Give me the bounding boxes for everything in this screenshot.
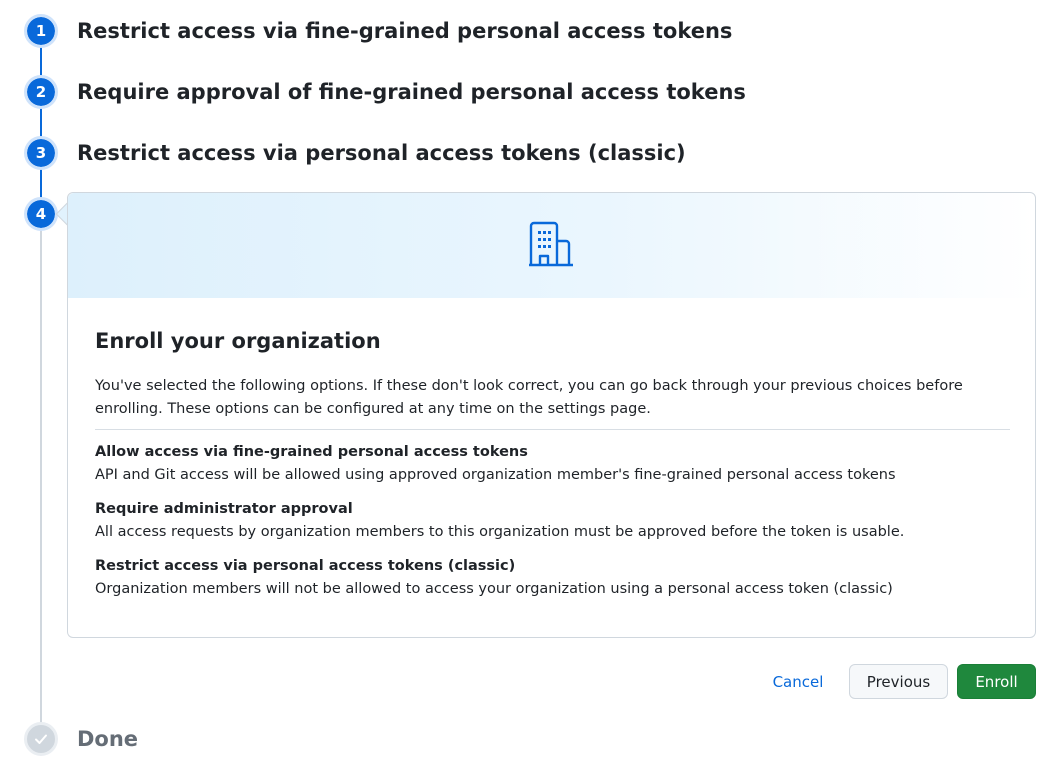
option-description: Organization members will not be allowed…	[95, 581, 893, 597]
check-icon	[35, 734, 47, 744]
step-connector	[40, 168, 42, 198]
step-3-title: Restrict access via personal access toke…	[77, 141, 686, 165]
step-3-indicator: 3	[24, 136, 58, 170]
cancel-button[interactable]: Cancel	[762, 664, 834, 699]
previous-button[interactable]: Previous	[849, 664, 948, 699]
enrollment-wizard: 1 Restrict access via fine-grained perso…	[0, 0, 1058, 777]
option-title: Restrict access via personal access toke…	[95, 558, 516, 574]
option-description: All access requests by organization memb…	[95, 524, 905, 540]
step-connector	[40, 107, 42, 137]
step-2-indicator: 2	[24, 75, 58, 109]
step-connector	[40, 46, 42, 76]
enroll-card: Enroll your organization You've selected…	[67, 192, 1036, 638]
step-number: 1	[35, 22, 47, 40]
option-item: Require administrator approval All acces…	[95, 498, 1005, 544]
organization-icon	[529, 221, 573, 267]
step-1-indicator: 1	[24, 14, 58, 48]
step-number: 3	[35, 144, 47, 162]
step-4-indicator: 4	[24, 197, 58, 231]
card-hero	[68, 193, 1035, 298]
step-1-title: Restrict access via fine-grained persona…	[77, 19, 733, 43]
step-connector	[40, 229, 42, 723]
option-description: API and Git access will be allowed using…	[95, 467, 896, 483]
step-2-title: Require approval of fine-grained persona…	[77, 80, 746, 104]
done-step-title: Done	[77, 727, 139, 751]
step-number: 2	[35, 83, 47, 101]
option-title: Require administrator approval	[95, 501, 353, 517]
option-item: Allow access via fine-grained personal a…	[95, 441, 1005, 487]
enroll-button[interactable]: Enroll	[957, 664, 1036, 699]
step-number: 4	[35, 205, 47, 223]
option-title: Allow access via fine-grained personal a…	[95, 444, 528, 460]
option-item: Restrict access via personal access toke…	[95, 555, 1005, 601]
card-heading: Enroll your organization	[95, 329, 381, 353]
card-description: You've selected the following options. I…	[95, 378, 963, 417]
divider	[95, 429, 1010, 430]
done-step-indicator	[24, 722, 58, 756]
